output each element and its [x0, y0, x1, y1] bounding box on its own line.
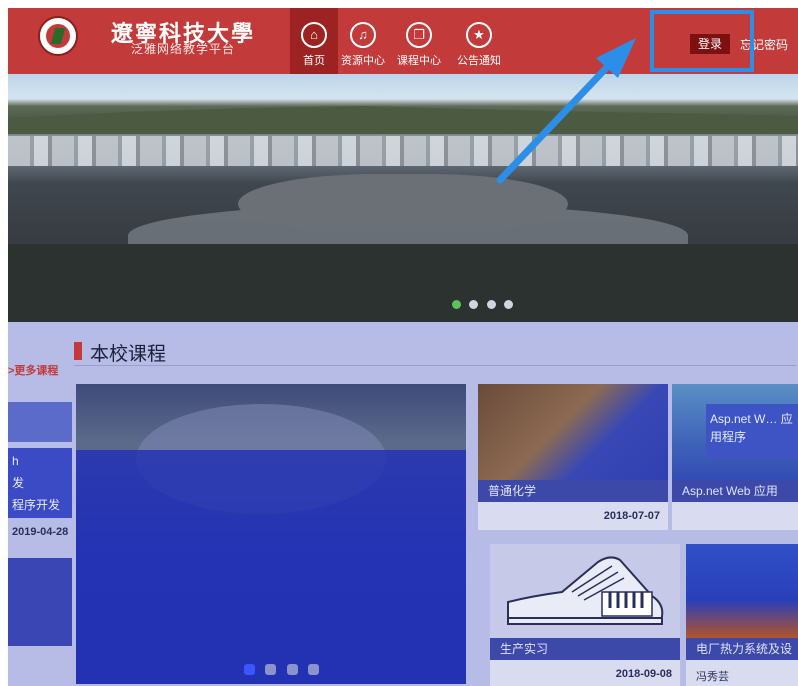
nav-label-home: 首页	[303, 55, 325, 67]
nav-item-courses[interactable]: ❐ 课程中心	[394, 8, 444, 74]
side-card-line: 程序开发	[12, 498, 61, 512]
side-card-date: 2019-04-28	[12, 526, 69, 538]
nav-label-notices: 公告通知	[457, 55, 501, 67]
course-card-thermal[interactable]: 电厂热力系统及设 冯秀芸	[686, 544, 798, 686]
course-date: 2018-09-08	[615, 668, 672, 680]
side-card-line: h	[12, 454, 19, 468]
home-icon: ⌂	[301, 22, 327, 48]
login-highlight-box	[650, 10, 754, 72]
university-logo[interactable]	[38, 16, 78, 56]
hero-dot[interactable]	[486, 300, 496, 309]
featured-carousel-dots	[244, 662, 325, 680]
course-title: 电厂热力系统及设	[686, 638, 798, 660]
section-header: 本校课程	[74, 336, 796, 366]
platform-name: 泛雅网络教学平台	[130, 42, 235, 56]
featured-dot[interactable]	[265, 664, 277, 675]
side-card-line: 发	[12, 476, 25, 490]
course-thumbnail	[686, 544, 798, 638]
sneaker-icon	[507, 556, 664, 625]
course-card-aspnet[interactable]: Asp.net W… 应用程序 Asp.net Web 应用	[672, 384, 798, 530]
left-sidebar: >更多课程 h 发 程序开发 2019-04-28	[8, 322, 74, 686]
hero-carousel-dots	[452, 296, 517, 309]
featured-course-tint	[76, 450, 466, 684]
nav-item-resources[interactable]: ♫ 资源中心	[338, 8, 388, 74]
side-card-bottom[interactable]	[8, 558, 72, 646]
nav-label-courses: 课程中心	[397, 55, 441, 67]
hero-trees	[8, 244, 798, 322]
nav-label-resources: 资源中心	[341, 55, 385, 67]
page: 遼寧科技大學 泛雅网络教学平台 ⌂ 首页 ♫ 资源中心 ❐ 课程中心 ★ 公告通…	[0, 0, 798, 686]
course-title: 生产实习	[490, 638, 680, 660]
course-teacher: 冯秀芸	[696, 671, 729, 683]
course-title: 普通化学	[478, 480, 668, 502]
section-title-mark	[74, 342, 82, 360]
course-thumbnail-text: Asp.net W… 应用程序	[706, 404, 798, 458]
star-icon: ★	[466, 22, 492, 48]
hero-buildings	[8, 136, 798, 166]
hero-dot[interactable]	[452, 300, 461, 309]
hero-banner[interactable]	[8, 74, 798, 322]
featured-dot[interactable]	[286, 664, 298, 675]
more-courses-link[interactable]: >更多课程	[8, 362, 58, 378]
course-card-internship[interactable]: 生产实习 2018-09-08	[490, 544, 680, 686]
bell-icon: ♫	[350, 22, 376, 48]
featured-dot[interactable]	[244, 664, 255, 675]
nav-item-home[interactable]: ⌂ 首页	[290, 8, 338, 74]
hero-plaza	[238, 174, 568, 234]
course-thumbnail	[490, 544, 680, 638]
course-date: 2018-07-07	[603, 510, 660, 522]
course-title: Asp.net Web 应用	[672, 480, 798, 502]
course-card-chemistry[interactable]: 普通化学 2018-07-07	[478, 384, 668, 530]
book-icon: ❐	[406, 22, 432, 48]
featured-dot[interactable]	[308, 664, 320, 675]
side-card-course[interactable]: h 发 程序开发	[8, 448, 72, 518]
section-title: 本校课程	[90, 344, 167, 365]
side-card-top[interactable]	[8, 402, 72, 442]
hero-hills	[8, 106, 798, 134]
nav-item-notices[interactable]: ★ 公告通知	[454, 8, 504, 74]
featured-course-card[interactable]	[76, 384, 466, 684]
